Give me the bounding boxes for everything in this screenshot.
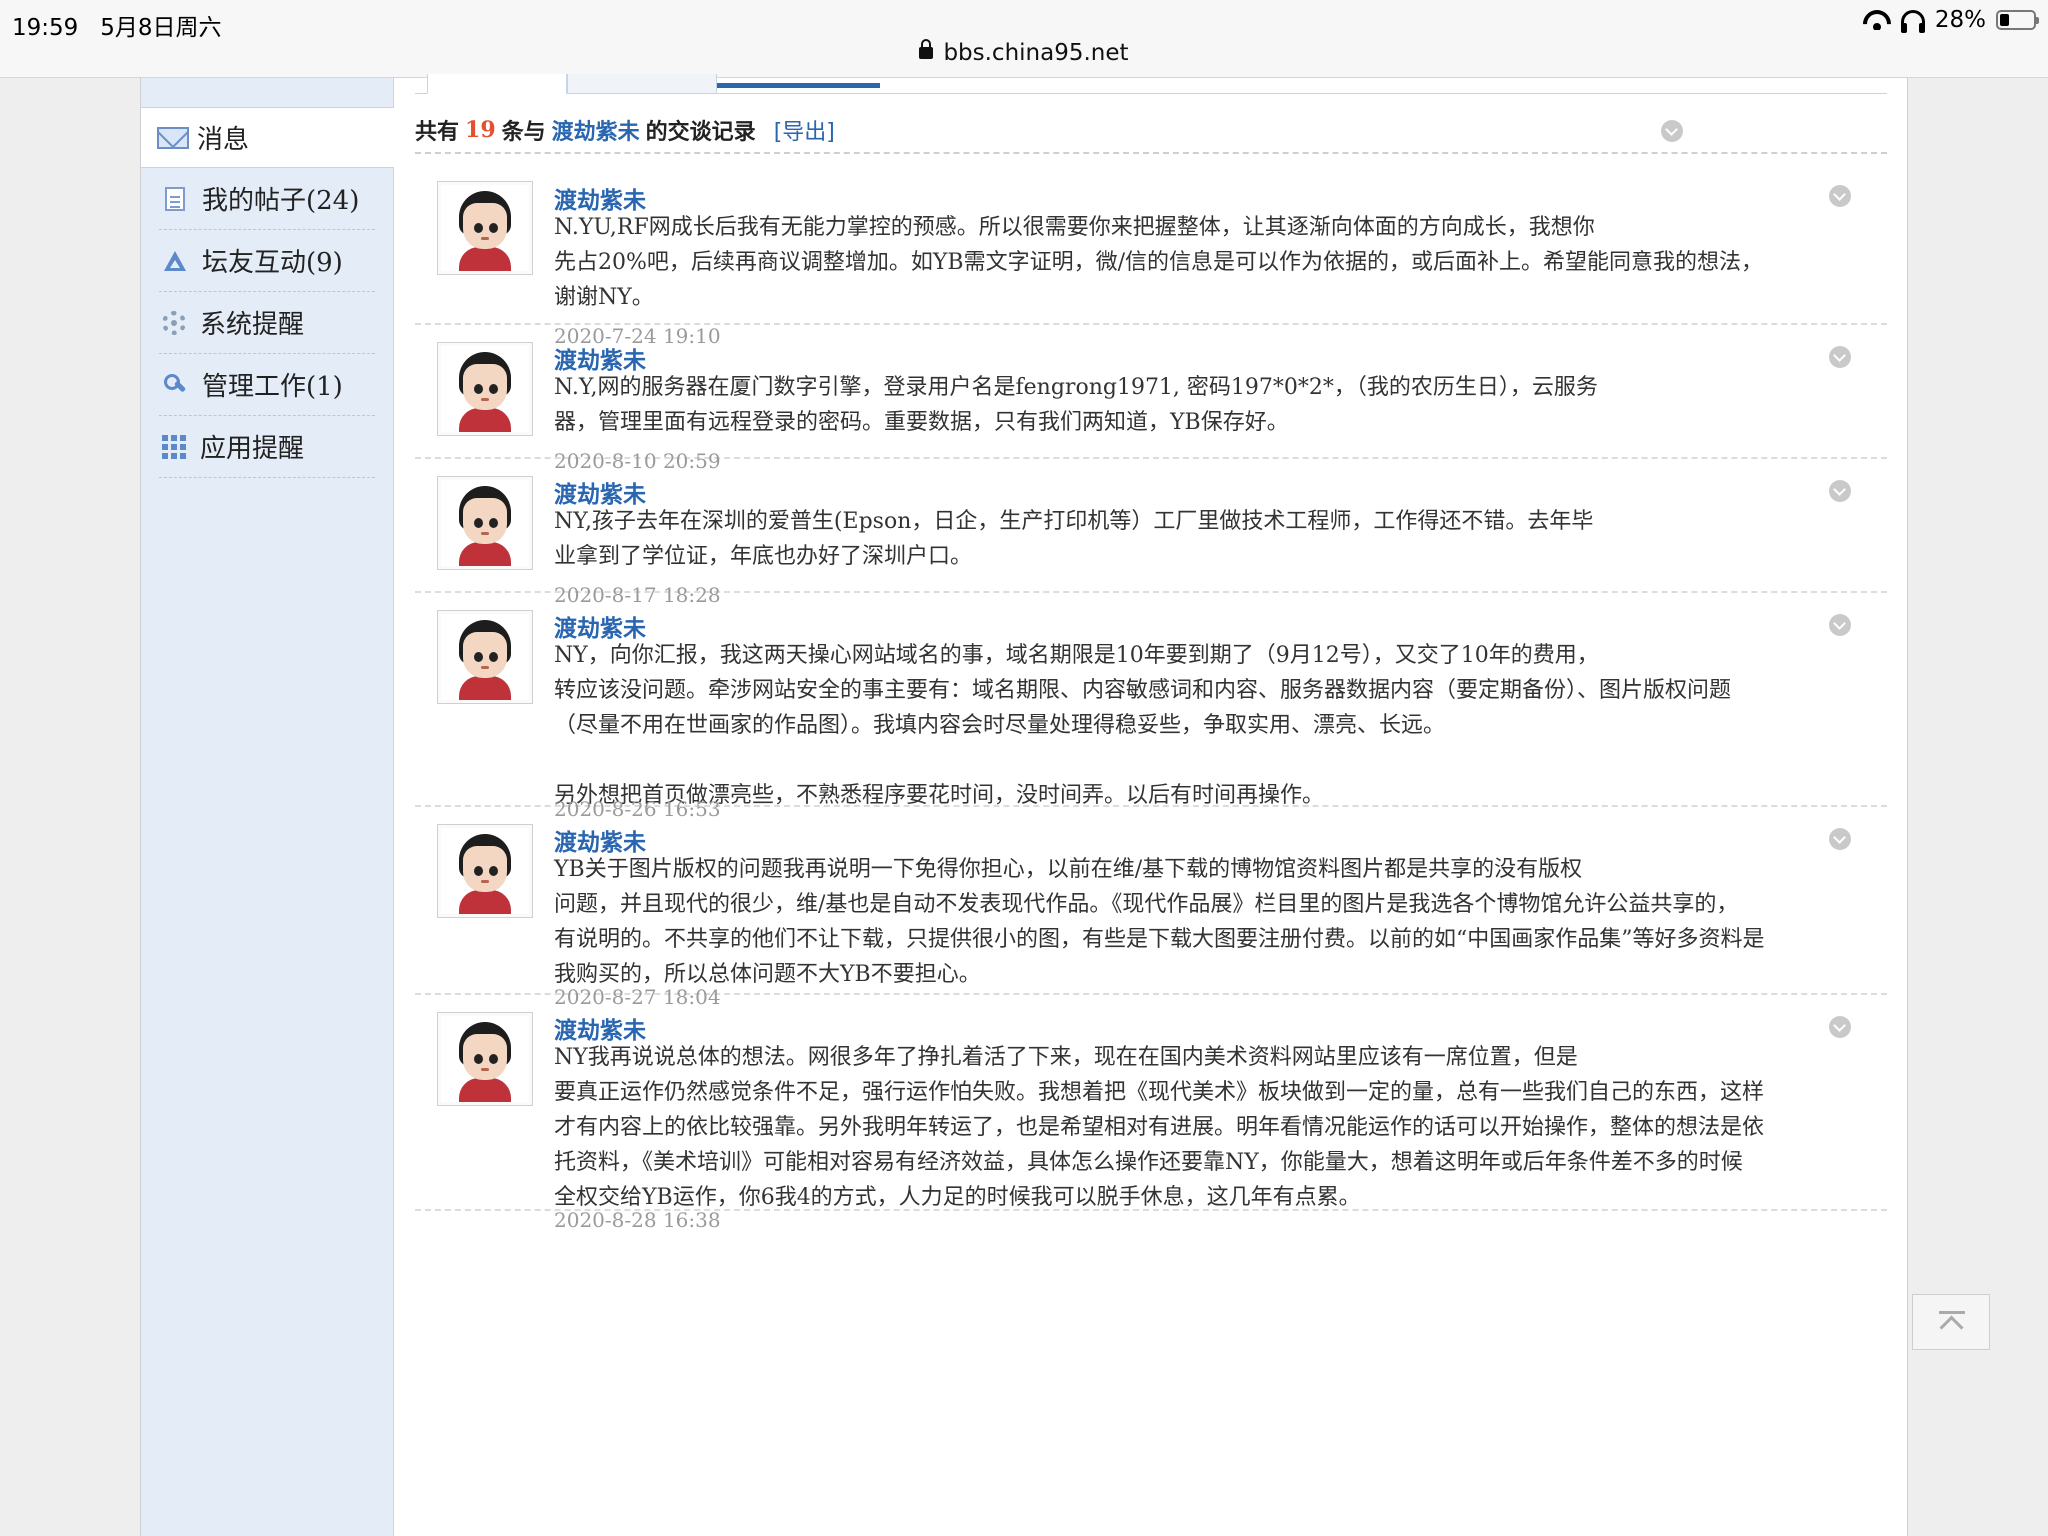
sidebar-item-my-posts[interactable]: 我的帖子(24) (159, 168, 375, 230)
message-menu-button[interactable] (1829, 185, 1851, 207)
sidebar-item-label: 我的帖子(24) (202, 186, 360, 216)
ios-status-bar: 19:59 5月8日周六 bbs.china95.net 28% (0, 0, 2048, 78)
recycle-icon (162, 248, 188, 274)
summary-mid: 条与 (501, 120, 546, 145)
sidebar-item-interactions[interactable]: 坛友互动(9) (159, 230, 375, 292)
message-text: YB关于图片版权的问题我再说明一下免得你担心，以前在维/基下载的博物馆资料图片都… (554, 857, 1765, 987)
message-item: 渡劫紫未 NY,孩子去年在深圳的爱普生(Epson，日企，生产打印机等）工厂里做… (415, 459, 1887, 607)
message-menu-button[interactable] (1829, 828, 1851, 850)
sidebar-item-app-alerts[interactable]: 应用提醒 (159, 416, 375, 478)
message-item: 渡劫紫未 N.Y,网的服务器在厦门数字引擎，登录用户名是fengrong1971… (415, 325, 1887, 473)
message-item: 渡劫紫未 NY，向你汇报，我这两天操心网站域名的事，域名期限是10年要到期了（9… (415, 593, 1887, 821)
document-icon (165, 186, 185, 211)
gear-icon (162, 310, 186, 335)
sidebar-item-system-alerts[interactable]: 系统提醒 (159, 292, 375, 354)
summary-prefix: 共有 (415, 120, 460, 145)
sidebar-item-label: 应用提醒 (200, 434, 305, 464)
main-content: 共有 19 条与 渡劫紫未 的交谈记录 [导出] 渡劫紫未 N.YU,RF网成长… (415, 74, 1887, 1536)
status-indicators: 28% (1863, 7, 2039, 33)
avatar[interactable] (437, 181, 533, 275)
contact-name-link[interactable]: 渡劫紫未 (552, 114, 640, 146)
sidebar-list: 我的帖子(24) 坛友互动(9) 系统提醒 管理工作(1) 应用提醒 (141, 168, 393, 478)
message-menu-button[interactable] (1829, 1016, 1851, 1038)
message-date: 2020-8-28 16:38 (554, 1208, 721, 1232)
battery-percent: 28% (1934, 7, 1986, 33)
avatar[interactable] (437, 476, 533, 570)
message-menu-button[interactable] (1829, 346, 1851, 368)
wrench-icon (162, 372, 188, 398)
collapse-all-button[interactable] (1661, 120, 1683, 142)
message-menu-button[interactable] (1829, 614, 1851, 636)
back-to-top-button[interactable] (1912, 1294, 1990, 1350)
status-time-date: 19:59 5月8日周六 (12, 15, 222, 41)
message-text: NY，向你汇报，我这两天操心网站域名的事，域名期限是10年要到期了（9月12号）… (554, 643, 1732, 808)
tab-1[interactable] (427, 74, 567, 94)
wifi-icon (1863, 10, 1891, 30)
sidebar-item-label: 管理工作(1) (202, 372, 343, 402)
address-bar[interactable]: bbs.china95.net (0, 39, 2048, 66)
summary-suffix: 的交谈记录 (645, 120, 756, 145)
url-text: bbs.china95.net (943, 40, 1129, 66)
message-text: NY我再说说总体的想法。网很多年了挣扎着活了下来，现在在国内美术资料网站里应该有… (554, 1045, 1765, 1210)
sidebar-item-label: 系统提醒 (200, 310, 305, 340)
grid-icon (162, 434, 186, 459)
sidebar-item-label: 坛友互动(9) (202, 248, 343, 278)
sidebar: 消息 我的帖子(24) 坛友互动(9) 系统提醒 管理工作(1) 应用提醒 (141, 78, 394, 1536)
conversation-summary: 共有 19 条与 渡劫紫未 的交谈记录 [导出] (415, 108, 1887, 154)
message-text: N.YU,RF网成长后我有无能力掌控的预感。所以很需要你来把握整体，让其逐渐向体… (554, 215, 1764, 310)
avatar[interactable] (437, 610, 533, 704)
lock-icon (919, 39, 934, 59)
message-count: 19 (465, 117, 496, 143)
export-link[interactable]: [导出] (774, 114, 835, 146)
headphone-icon (1900, 10, 1925, 33)
message-text: NY,孩子去年在深圳的爱普生(Epson，日企，生产打印机等）工厂里做技术工程师… (554, 509, 1594, 569)
avatar[interactable] (437, 1012, 533, 1106)
message-item: 渡劫紫未 YB关于图片版权的问题我再说明一下免得你担心，以前在维/基下载的博物馆… (415, 807, 1887, 1009)
envelope-icon (157, 126, 189, 149)
message-text: N.Y,网的服务器在厦门数字引擎，登录用户名是fengrong1971, 密码1… (554, 375, 1598, 435)
message-item: 渡劫紫未 N.YU,RF网成长后我有无能力掌控的预感。所以很需要你来把握整体，让… (415, 164, 1887, 348)
avatar[interactable] (437, 824, 533, 918)
sidebar-item-management[interactable]: 管理工作(1) (159, 354, 375, 416)
avatar[interactable] (437, 342, 533, 436)
sidebar-item-label: 消息 (197, 125, 250, 155)
sidebar-top (141, 78, 393, 108)
tab-active[interactable] (717, 78, 880, 88)
tab-bar (415, 74, 1887, 94)
tab-2[interactable] (567, 74, 717, 94)
sidebar-item-messages[interactable]: 消息 (141, 108, 394, 168)
message-menu-button[interactable] (1829, 480, 1851, 502)
battery-icon (1996, 10, 2039, 30)
message-item: 渡劫紫未 NY我再说说总体的想法。网很多年了挣扎着活了下来，现在在国内美术资料网… (415, 995, 1887, 1232)
page-frame: 消息 我的帖子(24) 坛友互动(9) 系统提醒 管理工作(1) 应用提醒 共有… (140, 74, 1908, 1536)
